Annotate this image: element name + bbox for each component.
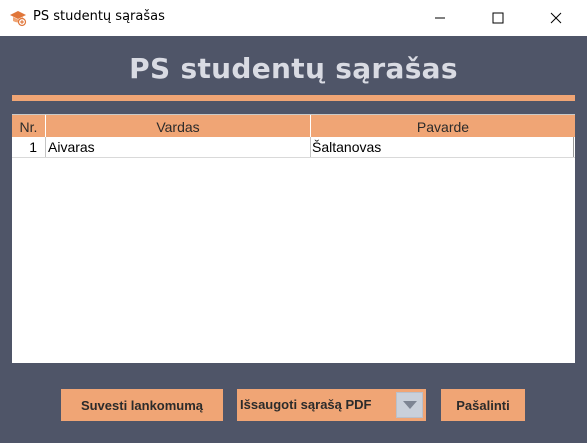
minimize-icon [435, 17, 445, 19]
page-title: PS studentų sąrašas [129, 52, 458, 85]
students-table[interactable]: Nr. Vardas Pavarde 1 Aivaras Šaltanovas [12, 114, 575, 363]
save-pdf-label: Išsaugoti sąrašą PDF [240, 397, 372, 412]
save-pdf-dropdown[interactable]: Išsaugoti sąrašą PDF [237, 389, 426, 421]
cell-vardas[interactable]: Aivaras [46, 137, 311, 157]
graduation-cap-icon [9, 9, 27, 27]
maximize-icon [492, 12, 504, 24]
column-header-pavarde[interactable]: Pavarde [311, 115, 575, 137]
title-divider [12, 95, 575, 101]
close-button[interactable] [533, 0, 579, 36]
cell-pavarde[interactable]: Šaltanovas [311, 137, 574, 157]
attendance-button[interactable]: Suvesti lankomumą [61, 389, 223, 421]
minimize-button[interactable] [417, 0, 463, 36]
title-bar[interactable]: PS studentų sąrašas [0, 0, 587, 36]
chevron-down-icon [402, 400, 417, 409]
close-icon [550, 12, 562, 24]
delete-button[interactable]: Pašalinti [441, 389, 525, 421]
window-title: PS studentų sąrašas [33, 9, 165, 24]
maximize-button[interactable] [475, 0, 521, 36]
cell-nr[interactable]: 1 [12, 137, 46, 157]
table-header: Nr. Vardas Pavarde [12, 114, 575, 137]
column-header-vardas[interactable]: Vardas [46, 115, 311, 137]
column-header-nr[interactable]: Nr. [12, 115, 46, 137]
dropdown-arrow-button[interactable] [396, 392, 423, 418]
table-row[interactable]: 1 Aivaras Šaltanovas [12, 137, 575, 158]
